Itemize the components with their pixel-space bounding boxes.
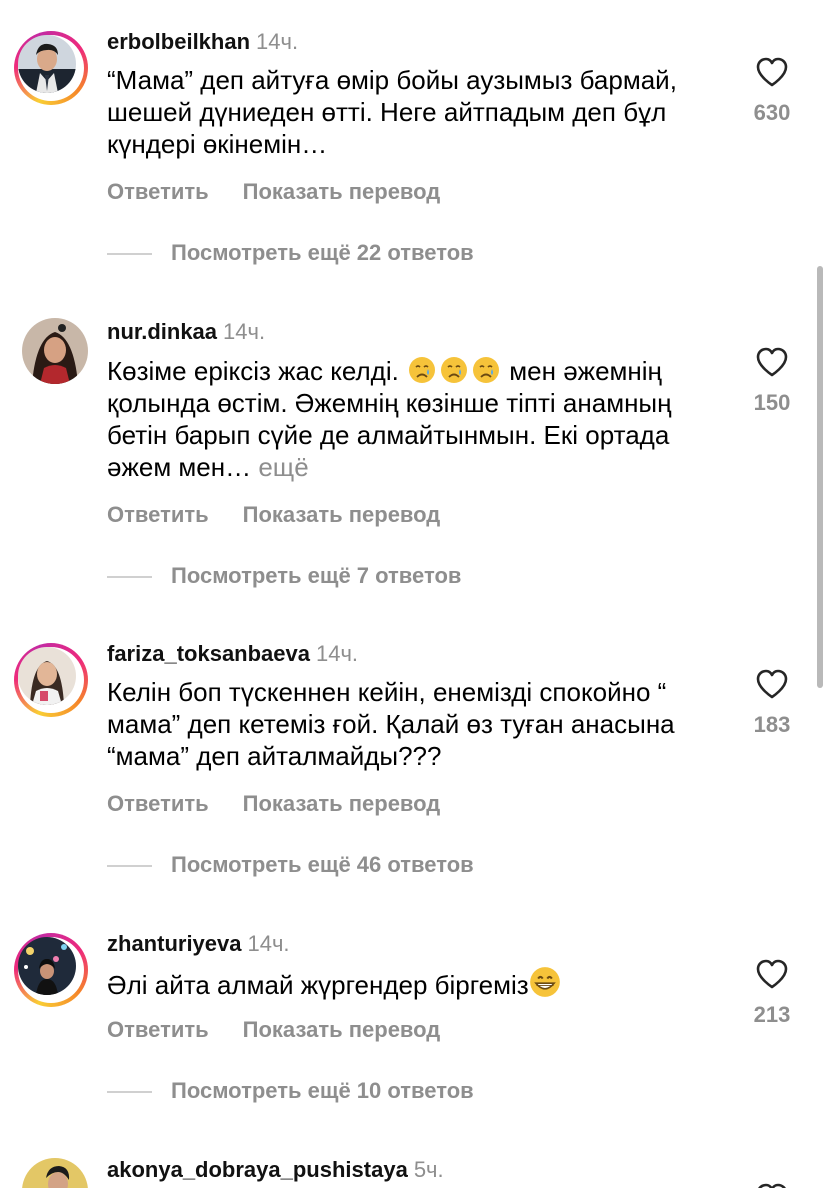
heart-outline-icon[interactable] — [755, 958, 789, 990]
comment-username[interactable]: erbolbeilkhan — [107, 29, 250, 54]
replies-divider — [107, 865, 152, 867]
like-count: 213 — [753, 1002, 791, 1027]
comment-username[interactable]: zhanturiyeva — [107, 931, 242, 956]
comment-time: 14ч. — [223, 319, 266, 344]
heart-outline-icon[interactable] — [755, 56, 789, 88]
avatar[interactable] — [18, 35, 76, 93]
comment-username[interactable]: akonya_dobraya_pushistaya — [107, 1157, 408, 1182]
reply-button[interactable]: Ответить — [107, 502, 209, 527]
crying-face-icon — [473, 357, 500, 383]
heart-outline-icon[interactable] — [755, 346, 789, 378]
crying-face-icon — [409, 357, 436, 383]
replies-divider — [107, 1091, 152, 1093]
avatar-story-ring[interactable] — [14, 643, 88, 717]
comment-text-part-a: Көзіме еріксіз жас келді. — [107, 356, 399, 386]
comment-text-main: Әлі айта алмай жүргендер біргеміз — [107, 970, 529, 1000]
heart-outline-icon[interactable] — [755, 668, 789, 700]
view-replies-label: Посмотреть ещё 22 ответов — [171, 240, 474, 265]
reply-button[interactable]: Ответить — [107, 791, 209, 816]
comment-time: 5ч. — [413, 1157, 444, 1182]
comment-text: Көзіме еріксіз жас келді. мен әжемнің қо… — [107, 355, 707, 483]
view-replies-label: Посмотреть ещё 7 ответов — [171, 563, 462, 588]
show-translation-button[interactable]: Показать перевод — [243, 791, 441, 816]
comment-time: 14ч. — [256, 29, 299, 54]
view-replies-label: Посмотреть ещё 46 ответов — [171, 852, 474, 877]
show-translation-button[interactable]: Показать перевод — [243, 179, 441, 204]
comments-screen: erbolbeilkhan 14ч. “Мама” деп айтуға өмір… — [0, 0, 829, 1188]
comment-text: “Мама” деп айтуға өмір бойы аузымыз барм… — [107, 65, 677, 159]
replies-divider — [107, 253, 152, 255]
comment-username[interactable]: nur.dinkaa — [107, 319, 217, 344]
reply-button[interactable]: Ответить — [107, 179, 209, 204]
like-count: 630 — [753, 100, 791, 125]
more-link[interactable]: ещё — [258, 452, 308, 482]
show-translation-button[interactable]: Показать перевод — [243, 502, 441, 527]
comment-time: 14ч. — [247, 931, 290, 956]
avatar-story-ring[interactable] — [14, 31, 88, 105]
grinning-face-icon — [529, 967, 560, 997]
like-count: 183 — [753, 712, 791, 737]
crying-face-icon — [441, 357, 468, 383]
avatar[interactable] — [22, 1158, 88, 1188]
show-translation-button[interactable]: Показать перевод — [243, 1017, 441, 1042]
comment-text: Әлі айта алмай жүргендер біргеміз — [107, 966, 707, 1001]
comment-time: 14ч. — [316, 641, 359, 666]
scrollbar[interactable] — [817, 266, 823, 688]
comment-username[interactable]: fariza_toksanbaeva — [107, 641, 310, 666]
reply-button[interactable]: Ответить — [107, 1017, 209, 1042]
avatar[interactable] — [18, 647, 76, 705]
like-count: 150 — [753, 390, 791, 415]
heart-outline-icon[interactable] — [755, 1182, 789, 1188]
avatar[interactable] — [18, 937, 76, 995]
replies-divider — [107, 576, 152, 578]
comment-text: Келін боп түскеннен кейін, енемізді спок… — [107, 677, 675, 771]
avatar[interactable] — [22, 318, 88, 384]
view-replies-label: Посмотреть ещё 10 ответов — [171, 1078, 474, 1103]
avatar-story-ring[interactable] — [14, 933, 88, 1007]
